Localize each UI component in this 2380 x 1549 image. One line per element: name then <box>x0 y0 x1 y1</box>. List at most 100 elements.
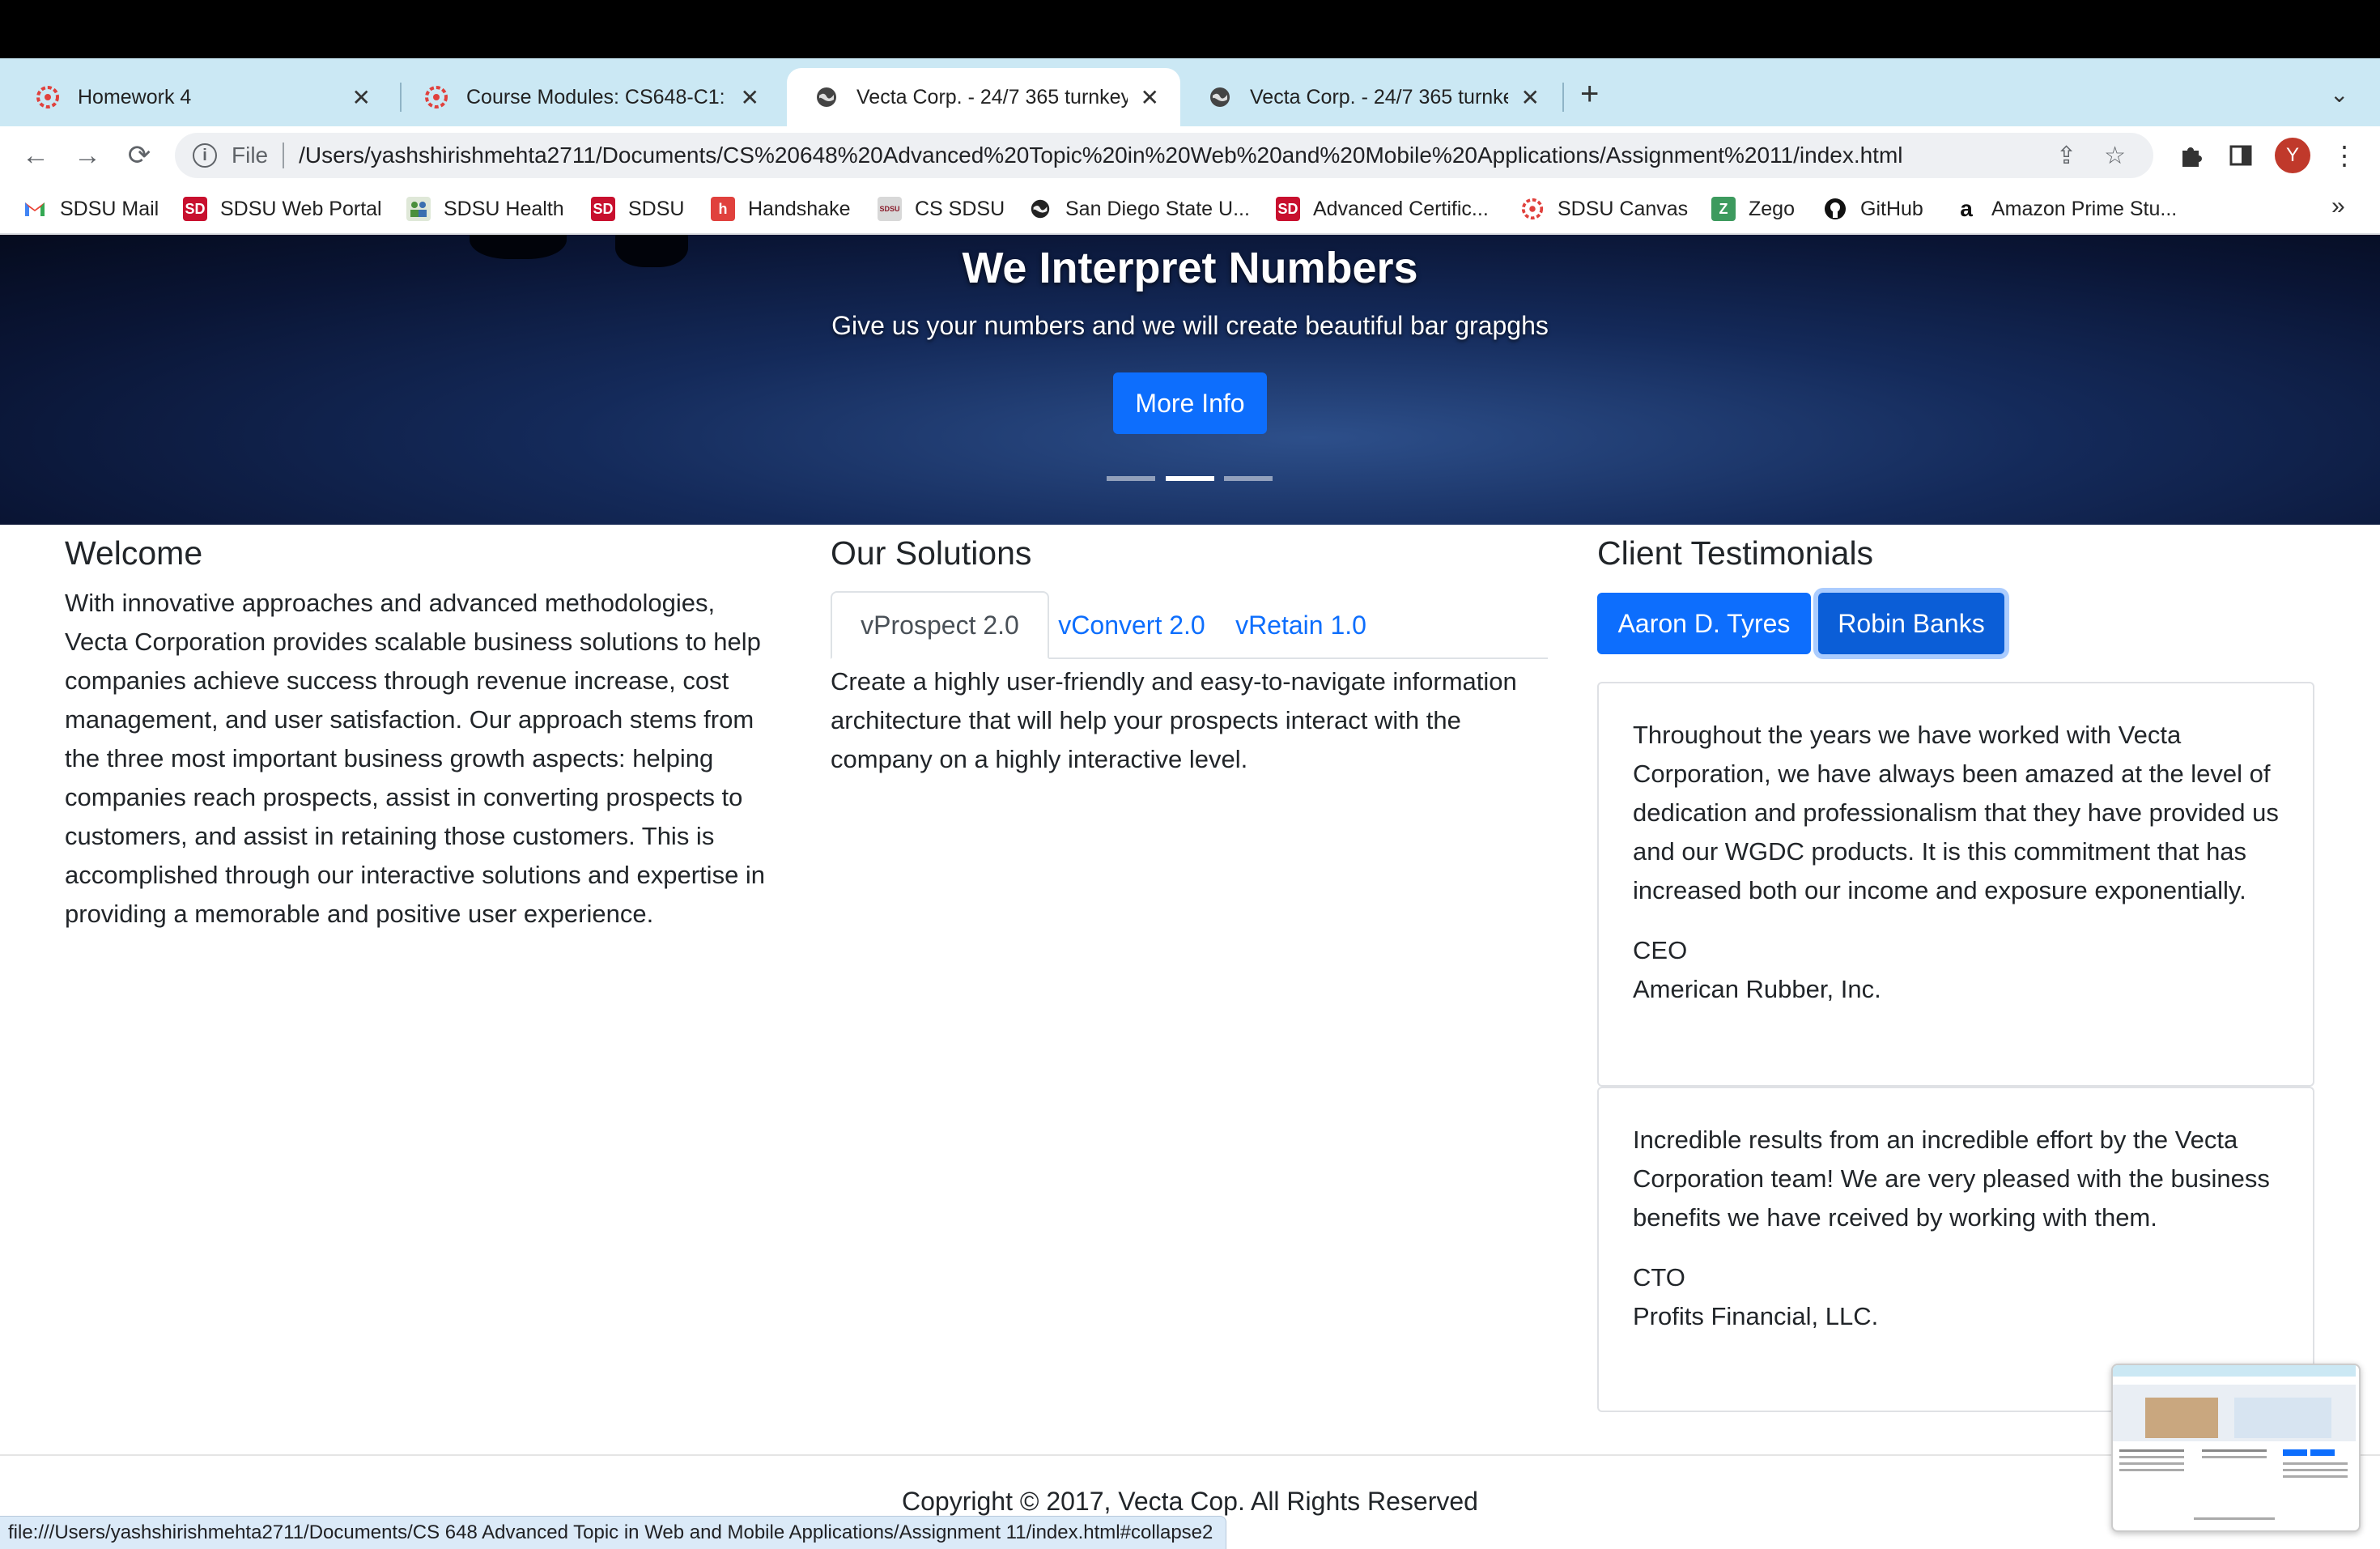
address-url[interactable]: /Users/yashshirishmehta2711/Documents/CS… <box>299 143 2056 168</box>
footer-copyright: Copyright © 2017, Vecta Cop. All Rights … <box>902 1487 1478 1516</box>
hero-carousel: We Interpret Numbers Give us your number… <box>0 235 2380 525</box>
tab-title: Vecta Corp. - 24/7 365 turnkey <box>856 85 1128 109</box>
canvas-icon <box>1520 197 1545 221</box>
testimonial-button-robin[interactable]: Robin Banks <box>1818 593 2004 654</box>
tab-separator <box>1562 83 1564 112</box>
browser-tab[interactable]: Vecta Corp. - 24/7 365 turnkey ✕ <box>1180 68 1561 126</box>
bookmark-item[interactable]: GitHub <box>1823 194 1923 223</box>
tab-vprospect[interactable]: vProspect 2.0 <box>831 591 1049 659</box>
tab-vconvert[interactable]: vConvert 2.0 <box>1049 591 1214 659</box>
bookmark-label: SDSU Web Portal <box>220 197 382 220</box>
canvas-icon <box>34 83 62 111</box>
hero-title: We Interpret Numbers <box>962 244 1418 292</box>
bookmark-label: Advanced Certific... <box>1313 197 1489 220</box>
solutions-section: Our Solutions <box>831 534 1548 572</box>
sd-icon: SD <box>1276 197 1300 221</box>
new-tab-button[interactable]: + <box>1580 78 1599 110</box>
close-icon[interactable]: ✕ <box>1141 84 1159 111</box>
globe-icon <box>1206 83 1234 111</box>
testimonials-heading: Client Testimonials <box>1597 534 1874 572</box>
testimonial-card: Throughout the years we have worked with… <box>1597 682 2314 1087</box>
bookmark-item[interactable]: SD Advanced Certific... <box>1276 194 1489 223</box>
info-icon[interactable]: i <box>193 143 217 168</box>
tab-strip: Homework 4 ✕ Course Modules: CS648-C1: A… <box>0 58 2380 126</box>
bookmark-item[interactable]: a Amazon Prime Stu... <box>1954 194 2177 223</box>
testimonial-button-aaron[interactable]: Aaron D. Tyres <box>1597 593 1811 654</box>
bookmark-item[interactable]: SDSU Health <box>406 194 564 223</box>
sd-icon: SD <box>183 197 207 221</box>
link-status-bar: file:///Users/yashshirishmehta2711/Docum… <box>0 1516 1227 1549</box>
solutions-tabs: vProspect 2.0 vConvert 2.0 vRetain 1.0 <box>831 591 1548 659</box>
side-panel-icon[interactable] <box>2223 138 2259 173</box>
canvas-icon <box>423 83 450 111</box>
browser-tab-active[interactable]: Vecta Corp. - 24/7 365 turnkey ✕ <box>787 68 1180 126</box>
bookmark-item[interactable]: h Handshake <box>711 194 850 223</box>
bookmark-item[interactable]: SDSU Canvas <box>1520 194 1688 223</box>
bookmark-item[interactable]: SD SDSU Web Portal <box>183 194 382 223</box>
profile-avatar[interactable]: Y <box>2275 138 2310 173</box>
handshake-icon: h <box>711 197 735 221</box>
back-arrow-icon[interactable]: ← <box>18 138 53 173</box>
bookmark-item[interactable]: Z Zego <box>1711 194 1795 223</box>
globe-icon <box>813 83 840 111</box>
github-icon <box>1823 197 1847 221</box>
tab-title: Homework 4 <box>78 85 192 109</box>
window-top-bar <box>0 0 2380 58</box>
address-bar[interactable]: i File /Users/yashshirishmehta2711/Docum… <box>175 133 2153 178</box>
globe-icon <box>1028 197 1052 221</box>
tab-title: Vecta Corp. - 24/7 365 turnkey <box>1250 85 1508 109</box>
bookmark-label: SDSU Health <box>444 197 564 220</box>
forward-arrow-icon[interactable]: → <box>70 138 105 173</box>
close-icon[interactable]: ✕ <box>741 84 759 111</box>
tab-vretain[interactable]: vRetain 1.0 <box>1214 591 1388 659</box>
share-icon[interactable]: ⇪ <box>2056 142 2076 170</box>
extensions-puzzle-icon[interactable] <box>2173 138 2208 173</box>
bookmark-item[interactable]: SD SDSU <box>591 194 684 223</box>
welcome-text: With innovative approaches and advanced … <box>65 589 766 928</box>
testimonial-company: American Rubber, Inc. <box>1633 975 1881 1003</box>
address-scheme: File <box>232 143 269 168</box>
testimonial-role: CTO <box>1633 1263 1685 1292</box>
screenshot-thumbnail[interactable] <box>2111 1364 2361 1532</box>
browser-tab[interactable]: Course Modules: CS648-C1: A ✕ <box>397 68 780 126</box>
bookmark-label: SDSU Canvas <box>1558 197 1689 220</box>
bookmark-label: SDSU <box>628 197 685 220</box>
bookmark-label: SDSU Mail <box>60 197 159 220</box>
reload-icon[interactable]: ⟳ <box>121 138 157 173</box>
sd-icon: SD <box>591 197 615 221</box>
testimonial-role: CEO <box>1633 936 1688 964</box>
bookmark-label: Handshake <box>748 197 851 220</box>
people-icon <box>406 197 431 221</box>
welcome-heading: Welcome <box>65 534 203 572</box>
solutions-tab-content: Create a highly user-friendly and easy-t… <box>831 667 1517 773</box>
testimonial-company: Profits Financial, LLC. <box>1633 1302 1879 1330</box>
testimonials-section: Client Testimonials <box>1597 534 2314 572</box>
browser-tab[interactable]: Homework 4 ✕ <box>8 68 392 126</box>
bookmark-item[interactable]: SDSU Mail <box>23 194 159 223</box>
more-info-button[interactable]: More Info <box>1113 372 1267 434</box>
bookmark-item[interactable]: SDSU CS SDSU <box>878 194 1005 223</box>
address-divider <box>283 143 285 168</box>
carousel-indicator[interactable] <box>1107 476 1155 481</box>
welcome-section: Welcome With innovative approaches and a… <box>65 534 777 934</box>
zego-icon: Z <box>1711 197 1736 221</box>
bookmark-label: Amazon Prime Stu... <box>1991 197 2178 220</box>
hero-subtitle: Give us your numbers and we will create … <box>831 311 1549 340</box>
amazon-icon: a <box>1960 196 1973 221</box>
testimonial-quote: Incredible results from an incredible ef… <box>1633 1126 2270 1232</box>
bookmark-star-icon[interactable]: ☆ <box>2104 142 2126 170</box>
bookmark-label: CS SDSU <box>915 197 1005 220</box>
close-icon[interactable]: ✕ <box>352 84 371 111</box>
carousel-indicator-active[interactable] <box>1166 476 1214 481</box>
tab-search-chevron-icon[interactable]: ⌄ <box>2330 81 2348 108</box>
more-menu-icon[interactable]: ⋮ <box>2327 138 2362 173</box>
carousel-indicator[interactable] <box>1224 476 1273 481</box>
solutions-heading: Our Solutions <box>831 534 1032 572</box>
bookmarks-overflow-button[interactable]: » <box>2331 193 2345 220</box>
gmail-icon <box>23 197 47 221</box>
tab-title: Course Modules: CS648-C1: A <box>466 85 728 109</box>
bookmark-item[interactable]: San Diego State U... <box>1028 194 1250 223</box>
close-icon[interactable]: ✕ <box>1521 84 1540 111</box>
bookmarks-bar: SDSU Mail SD SDSU Web Portal SDSU Health… <box>0 185 2380 235</box>
testimonial-quote: Throughout the years we have worked with… <box>1633 721 2279 904</box>
